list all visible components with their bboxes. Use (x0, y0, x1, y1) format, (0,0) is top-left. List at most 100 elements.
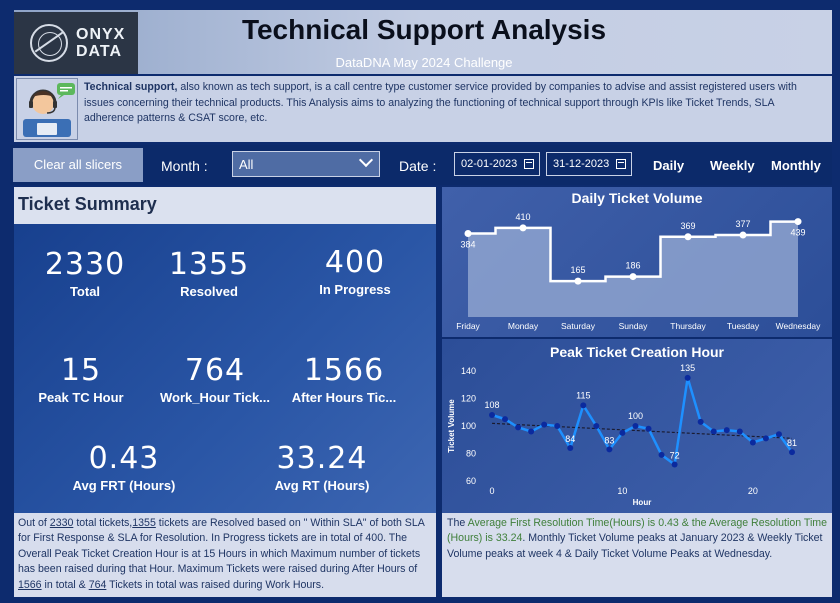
calendar-icon[interactable] (616, 159, 626, 169)
hourly-volume-point (489, 412, 495, 418)
narrative-in-progress: 400 (365, 532, 384, 545)
daily-volume-tick-label: Tuesday (727, 321, 760, 331)
summary-narrative: Out of 2330 total tickets,1355 tickets a… (14, 513, 436, 597)
month-label: Month : (161, 158, 208, 174)
daily-volume-tick-label: Friday (456, 321, 480, 331)
month-dropdown-value: All (239, 157, 254, 172)
hourly-volume-point (710, 428, 717, 435)
hourly-volume-point (684, 374, 691, 381)
hourly-data-label: 72 (670, 451, 680, 461)
hourly-volume-point (775, 431, 782, 438)
ticket-summary-header: Ticket Summary (14, 187, 436, 224)
month-dropdown[interactable]: All (232, 151, 380, 177)
hourly-volume-point (606, 446, 613, 453)
hourly-volume-point (789, 449, 795, 456)
period-monthly-button[interactable]: Monthly (771, 158, 821, 173)
hourly-data-label: 108 (484, 400, 499, 410)
narrative-frt: 0.43 (658, 517, 679, 529)
hourly-volume-point (541, 421, 548, 428)
narrative-text: Tickets in total was raised during Work … (106, 578, 325, 591)
y-tick-label: 60 (466, 476, 476, 486)
kpi-peak-tc-hour-label: Peak TC Hour (38, 390, 124, 405)
date-to-value: 31-12-2023 (553, 158, 610, 170)
period-weekly-button[interactable]: Weekly (710, 158, 755, 173)
date-label: Date : (399, 158, 437, 174)
hourly-volume-point (658, 451, 665, 458)
daily-volume-point (519, 224, 527, 232)
hourly-volume-point (736, 428, 743, 435)
daily-volume-point (684, 233, 692, 241)
kpi-after-hours-value: 1566 (303, 353, 385, 388)
daily-volume-data-label: 377 (735, 219, 750, 229)
kpi-peak-tc-hour: 15 Peak TC Hour (26, 353, 136, 405)
x-tick-label: 10 (617, 486, 627, 496)
daily-volume-point (464, 230, 472, 238)
description-text: Technical support, also known as tech su… (84, 80, 826, 127)
kpi-avg-frt-label: Avg FRT (Hours) (72, 478, 176, 493)
hourly-volume-point (723, 427, 730, 434)
kpi-after-hours-label: After Hours Tic... (291, 390, 397, 405)
peak-hour-panel: Peak Ticket Creation Hour Ticket Volume 6… (442, 339, 832, 513)
hourly-volume-point (528, 428, 535, 435)
narrative-highlight: Average First Resolution Time(Hours) is (467, 517, 659, 529)
kpi-avg-rt: 33.24 Avg RT (Hours) (252, 441, 392, 493)
kpi-resolved: 1355 Resolved (154, 247, 264, 299)
hourly-volume-point (749, 439, 756, 446)
y-tick-label: 100 (461, 421, 476, 431)
daily-volume-point (794, 218, 802, 226)
resolution-narrative: The Average First Resolution Time(Hours)… (442, 513, 832, 597)
kpi-avg-frt-value: 0.43 (88, 441, 160, 476)
date-from-value: 02-01-2023 (461, 158, 518, 170)
daily-volume-tick-label: Wednesday (776, 321, 821, 331)
kpi-in-progress-label: In Progress (319, 282, 391, 297)
period-daily-button[interactable]: Daily (653, 158, 684, 173)
daily-volume-tick-label: Thursday (670, 321, 706, 331)
calendar-icon[interactable] (524, 159, 534, 169)
hourly-volume-point (619, 429, 626, 436)
kpi-avg-rt-label: Avg RT (Hours) (274, 478, 370, 493)
kpi-in-progress: 400 In Progress (300, 245, 410, 297)
narrative-text: Out of (18, 517, 50, 529)
hourly-data-label: 81 (787, 438, 797, 448)
daily-volume-data-label: 165 (570, 265, 585, 275)
narrative-after-hours: 1566 (18, 578, 42, 591)
daily-volume-point (739, 231, 747, 239)
daily-volume-data-label: 369 (680, 221, 695, 231)
hourly-volume-point (567, 445, 574, 451)
daily-volume-tick-label: Monday (508, 321, 539, 331)
page-subtitle: DataDNA May 2024 Challenge (335, 55, 513, 70)
kpi-total: 2330 Total (30, 247, 140, 299)
date-to-input[interactable]: 31-12-2023 (546, 152, 632, 176)
date-from-input[interactable]: 02-01-2023 (454, 152, 540, 176)
clear-slicers-button[interactable]: Clear all slicers (13, 148, 143, 182)
daily-volume-data-label: 384 (460, 240, 475, 250)
hourly-data-label: 84 (565, 434, 575, 444)
narrative-peak-hour: 15 (203, 547, 216, 560)
daily-volume-data-label: 186 (625, 261, 640, 271)
y-tick-label: 80 (466, 449, 476, 459)
kpi-after-hours-tickets: 1566 After Hours Tic... (282, 353, 406, 405)
kpi-avg-rt-value: 33.24 (276, 441, 368, 476)
x-axis-title: Hour (633, 498, 652, 507)
x-tick-label: 0 (489, 486, 494, 496)
hourly-data-label: 100 (628, 411, 643, 421)
support-agent-icon (16, 78, 78, 140)
y-axis-title: Ticket Volume (447, 399, 456, 453)
narrative-total: 2330 (49, 517, 74, 529)
hourly-data-label: 83 (604, 435, 614, 445)
narrative-rt: 33.24 (495, 532, 523, 545)
hourly-volume-point (554, 423, 561, 429)
daily-volume-data-label: 410 (515, 212, 530, 222)
daily-volume-data-label: 439 (790, 228, 805, 238)
kpi-work-hour-tickets: 764 Work_Hour Tick... (150, 353, 280, 405)
y-tick-label: 120 (461, 394, 476, 404)
hourly-volume-point (502, 416, 509, 423)
hourly-volume-point (671, 461, 678, 468)
description-body: also known as tech support, is a call ce… (84, 81, 797, 124)
peak-hour-chart: Ticket Volume 60 80 100 120 140 0 10 20 Hour 108 84… (447, 363, 797, 507)
hourly-data-label: 135 (680, 363, 695, 373)
hourly-data-label: 115 (576, 390, 590, 400)
hourly-volume-point (645, 425, 652, 432)
kpi-total-label: Total (69, 284, 101, 299)
y-tick-label: 140 (461, 366, 476, 376)
